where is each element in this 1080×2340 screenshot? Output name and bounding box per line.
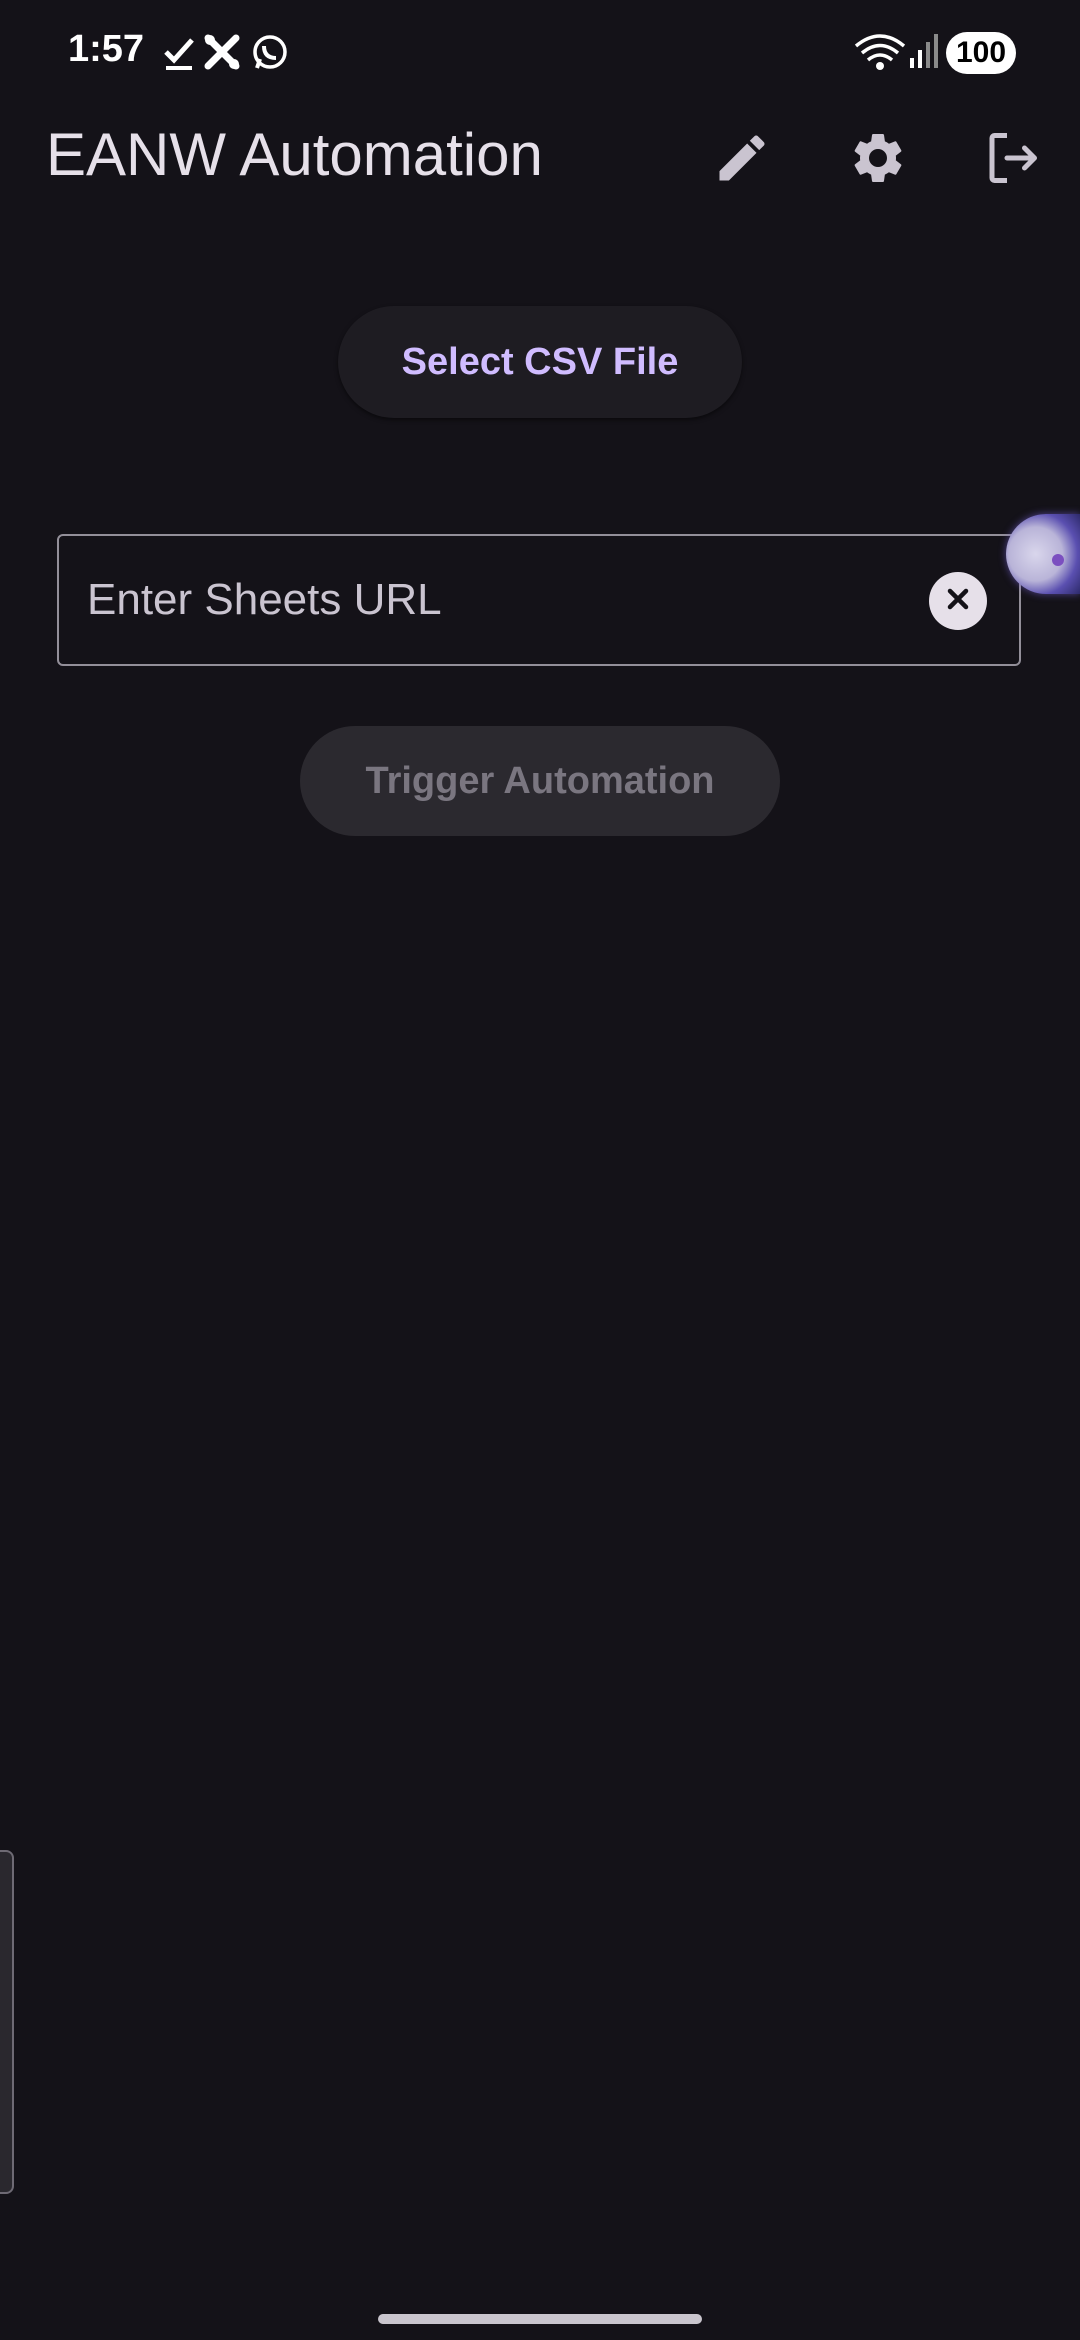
- sheets-url-field: [57, 534, 1021, 666]
- tools-icon: [202, 32, 242, 72]
- signal-icon: [904, 32, 944, 72]
- logout-icon: [982, 128, 1042, 193]
- wifi-icon: [852, 32, 908, 72]
- close-icon: [943, 584, 973, 619]
- edit-button[interactable]: [692, 110, 792, 210]
- battery-indicator: 100: [946, 32, 1016, 74]
- status-bar: 1:57 100: [0, 0, 1080, 108]
- edit-icon: [712, 128, 772, 193]
- edge-panel-handle[interactable]: [0, 1850, 14, 2194]
- check-icon: [160, 32, 200, 72]
- floating-assistant-bubble[interactable]: [1006, 514, 1080, 594]
- clear-button[interactable]: [929, 572, 987, 630]
- page-title: EANW Automation: [46, 121, 543, 188]
- sheets-url-input[interactable]: [87, 536, 927, 664]
- whatsapp-icon: [250, 32, 290, 72]
- status-time: 1:57: [68, 28, 145, 70]
- bubble-dot-icon: [1052, 554, 1064, 566]
- select-csv-button[interactable]: Select CSV File: [338, 306, 742, 418]
- settings-icon: [848, 128, 908, 193]
- gesture-nav-bar[interactable]: [378, 2314, 702, 2324]
- logout-button[interactable]: [962, 110, 1062, 210]
- screen: 1:57 100 EANW Automation Select CSV File…: [0, 0, 1080, 2340]
- settings-button[interactable]: [828, 110, 928, 210]
- trigger-automation-button[interactable]: Trigger Automation: [300, 726, 780, 836]
